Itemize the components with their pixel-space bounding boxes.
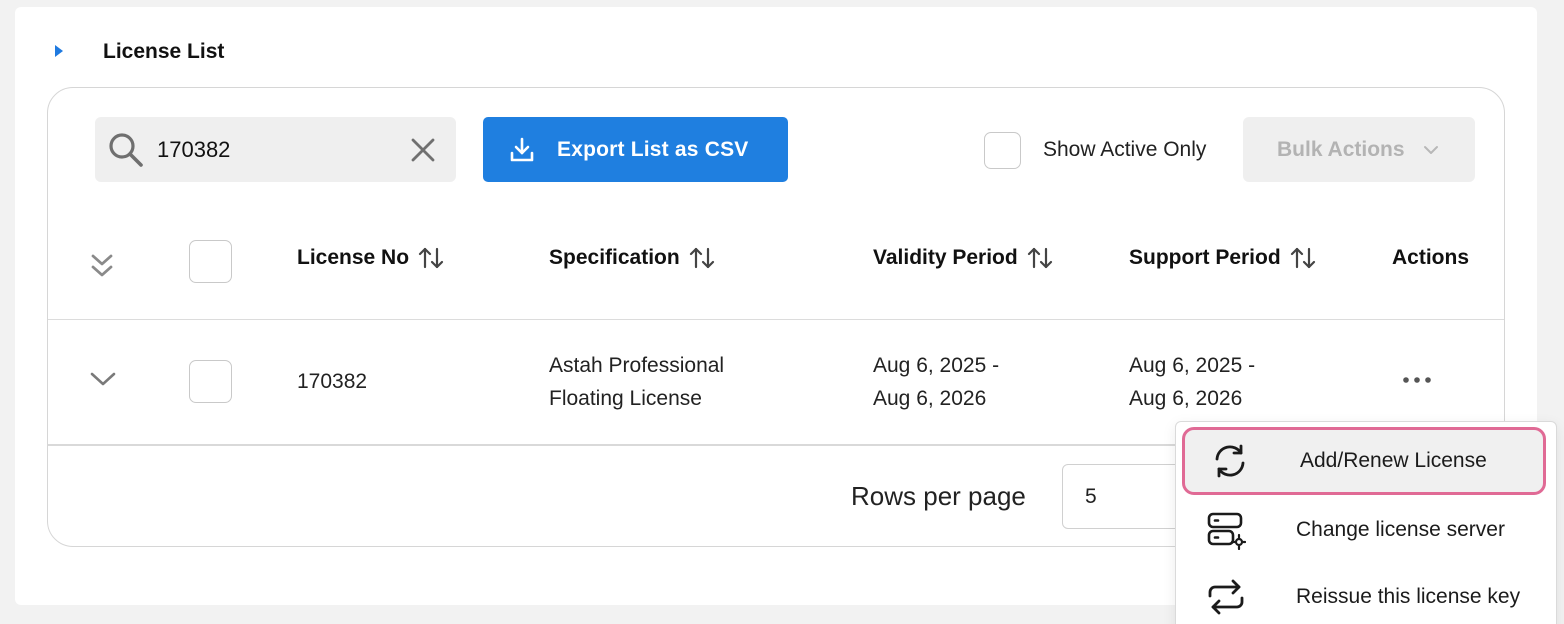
search-box[interactable] [95,117,456,182]
cell-license-no: 170382 [297,370,368,393]
header-validity-period[interactable]: Validity Period [873,246,1054,270]
repeat-icon [1208,579,1244,615]
cell-support-line1: Aug 6, 2025 - [1129,354,1256,377]
expand-row-icon[interactable] [89,369,117,389]
select-all-checkbox[interactable] [189,240,232,283]
section-header[interactable]: License List [55,38,224,64]
cell-support-line2: Aug 6, 2026 [1129,387,1243,410]
rows-per-page-value: 5 [1085,484,1097,508]
menu-item-label: Reissue this license key [1296,585,1521,608]
sort-icon[interactable] [1289,246,1317,270]
row-checkbox[interactable] [189,360,232,403]
header-license-no[interactable]: License No [297,246,445,270]
export-csv-label: Export List as CSV [557,137,749,161]
cell-specification-line2: Floating License [549,387,702,410]
actions-menu: Add/Renew License Change license server … [1175,421,1557,624]
download-icon [510,137,534,161]
caret-right-icon[interactable] [55,45,63,57]
menu-item-reissue-license-key[interactable]: Reissue this license key [1176,566,1556,624]
header-actions: Actions [1392,246,1469,270]
chevron-down-icon [1423,145,1438,154]
menu-item-label: Change license server [1296,518,1505,541]
rows-per-page-select[interactable]: 5 [1062,464,1192,529]
clear-search-icon[interactable] [406,133,440,167]
header-license-no-label: License No [297,246,410,269]
header-actions-label: Actions [1392,246,1470,269]
header-specification-label: Specification [549,246,680,269]
refresh-icon [1215,444,1245,478]
server-settings-icon [1207,512,1246,550]
more-actions-icon[interactable] [1401,374,1433,386]
sort-icon[interactable] [688,246,716,270]
expand-all-icon[interactable] [90,252,114,280]
bulk-actions-button[interactable]: Bulk Actions [1243,117,1475,182]
header-divider [48,319,1504,320]
cell-validity-line1: Aug 6, 2025 - [873,354,1000,377]
header-support-period[interactable]: Support Period [1129,246,1317,270]
rows-per-page-label: Rows per page [851,481,1026,511]
sort-icon[interactable] [1026,246,1054,270]
cell-validity-line2: Aug 6, 2026 [873,387,987,410]
section-title: License List [103,40,225,63]
menu-item-label: Add/Renew License [1300,449,1487,472]
cell-specification-line1: Astah Professional [549,354,725,377]
show-active-checkbox[interactable] [984,132,1021,169]
export-csv-button[interactable]: Export List as CSV [483,117,788,182]
menu-item-add-renew-license[interactable]: Add/Renew License [1182,427,1546,495]
search-input[interactable] [157,131,387,169]
menu-item-change-license-server[interactable]: Change license server [1176,499,1556,561]
sort-icon[interactable] [417,246,445,270]
header-validity-period-label: Validity Period [873,246,1018,269]
bulk-actions-label: Bulk Actions [1277,137,1405,161]
header-specification[interactable]: Specification [549,246,716,270]
show-active-label: Show Active Only [1043,138,1207,161]
search-icon [109,133,143,167]
header-support-period-label: Support Period [1129,246,1281,269]
